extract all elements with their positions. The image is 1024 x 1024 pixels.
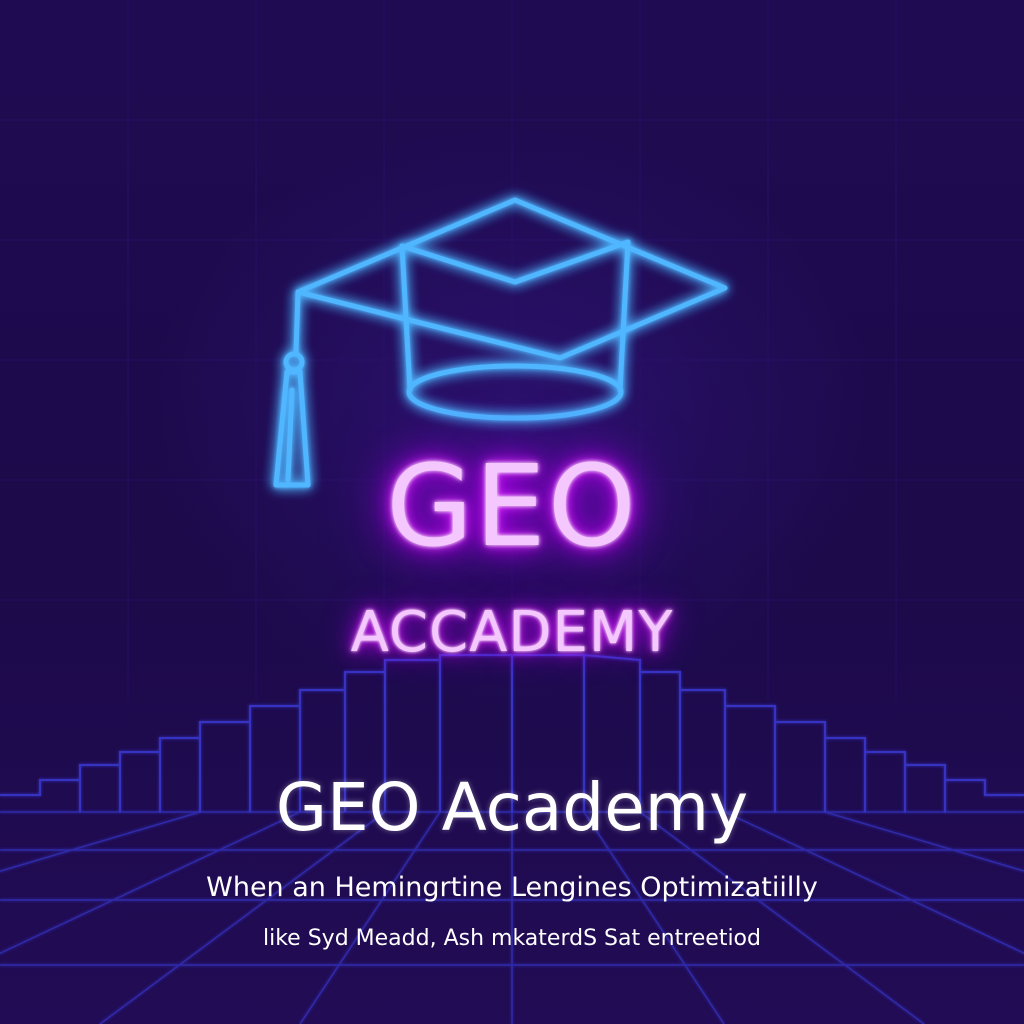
neon-sign-geo: GEO	[386, 442, 638, 572]
page-title: GEO Academy	[275, 769, 749, 846]
tagline-line-1: When an Hemingrtine Lengines Optimizatii…	[206, 872, 818, 903]
poster: GEO ACCADEMY GEO Academy When an Hemingr…	[0, 0, 1024, 1024]
neon-sign-academy: ACCADEMY	[350, 600, 674, 665]
tagline-line-2: like Syd Meadd, Ash mkaterdS Sat entreet…	[263, 926, 761, 951]
